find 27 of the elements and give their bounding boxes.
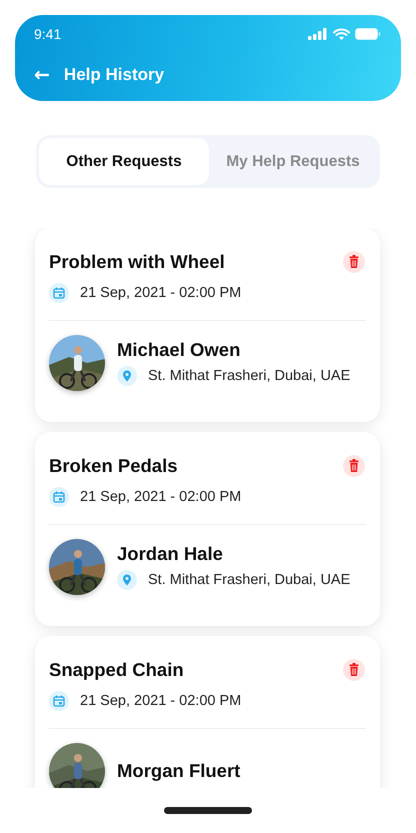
battery-icon: [355, 28, 381, 40]
status-time: 9:41: [34, 26, 62, 42]
location-text: St. Mithat Frasheri, Dubai, UAE: [148, 368, 350, 384]
request-date: 21 Sep, 2021 - 02:00 PM: [80, 489, 242, 505]
request-date: 21 Sep, 2021 - 02:00 PM: [80, 693, 242, 709]
trash-icon: [343, 659, 365, 681]
tab[interactable]: Other Requests: [39, 138, 209, 185]
wifi-icon: [333, 28, 350, 40]
person-name: Morgan Fluert: [117, 760, 240, 782]
request-date: 21 Sep, 2021 - 02:00 PM: [80, 285, 242, 301]
page-title: Help History: [64, 65, 164, 85]
signal-icon: [308, 28, 328, 40]
back-button[interactable]: ←: [34, 65, 50, 85]
location-text: St. Mithat Frasheri, Dubai, UAE: [148, 572, 350, 588]
calendar-icon: [49, 691, 69, 711]
trash-icon: [343, 455, 365, 477]
calendar-icon: [49, 283, 69, 303]
person-name: Jordan Hale: [117, 544, 224, 564]
request-title: Problem with Wheel: [49, 251, 225, 273]
location-pin-icon: [117, 570, 137, 590]
trash-icon: [343, 251, 365, 273]
person-name: Michael Owen: [117, 340, 242, 360]
location-pin-icon: [117, 366, 137, 386]
request-title: Snapped Chain: [49, 659, 184, 681]
calendar-icon: [49, 487, 69, 507]
tab[interactable]: My Help Requests: [209, 138, 377, 185]
request-title: Broken Pedals: [49, 455, 178, 477]
